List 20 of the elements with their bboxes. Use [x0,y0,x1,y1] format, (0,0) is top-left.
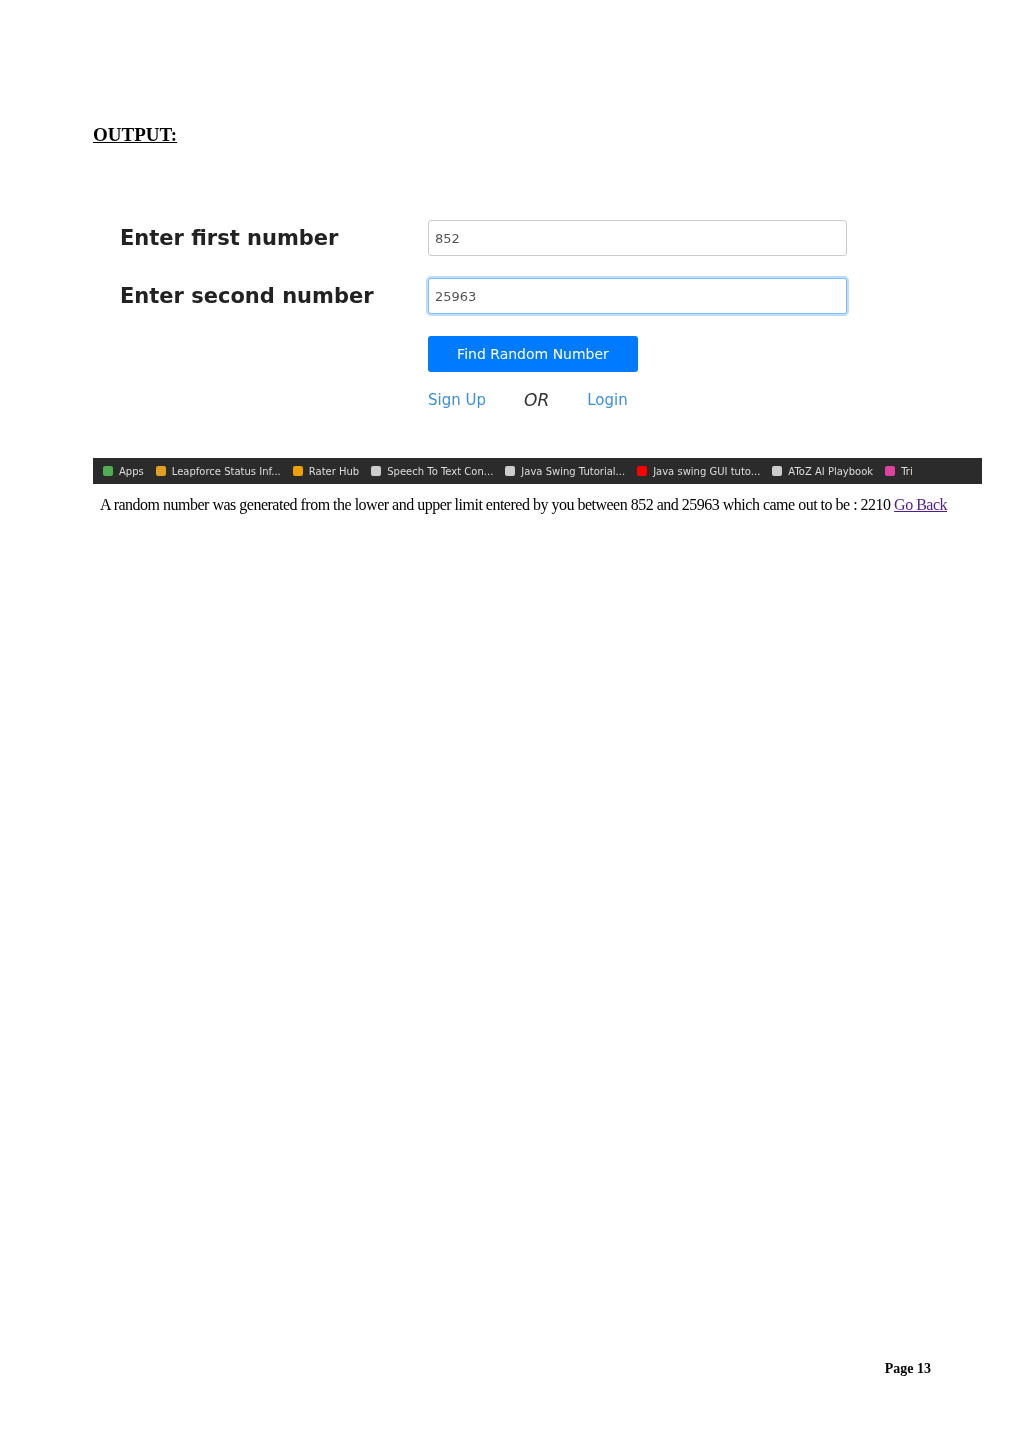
field-label: Enter first number [120,226,340,250]
go-back-link[interactable]: Go Back [894,496,948,513]
output-heading: OUTPUT: [93,124,178,146]
number-input[interactable]: 25963 [428,278,847,314]
bookmark[interactable]: Rater Hub [292,465,360,477]
or-text: OR [524,390,550,410]
bookmark[interactable]: Apps [103,465,144,477]
link[interactable]: Sign Up [428,391,486,409]
bookmark[interactable]: Speech To Text Con... [371,465,494,477]
bookmark[interactable]: Java Swing Tutorial... [505,465,626,477]
field-label: Enter second number [120,284,375,308]
find-random-number-button[interactable]: Find Random Number [428,336,638,372]
link[interactable]: Login [587,391,628,409]
bookmark[interactable]: AToZ AI Playbook [772,465,874,477]
bookmark[interactable]: Leapforce Status Inf... [155,465,281,477]
page-number: Page 13 [884,1361,931,1377]
number-input[interactable]: 852 [428,220,847,256]
result-sentence: A random number was generated from the lower and upper limit entered by you between 852 and 25963 which came out to be : 2210 Go Back [100,496,949,514]
bookmark[interactable]: Tri [885,465,913,477]
bookmark[interactable]: Java swing GUI tuto... [637,465,761,477]
